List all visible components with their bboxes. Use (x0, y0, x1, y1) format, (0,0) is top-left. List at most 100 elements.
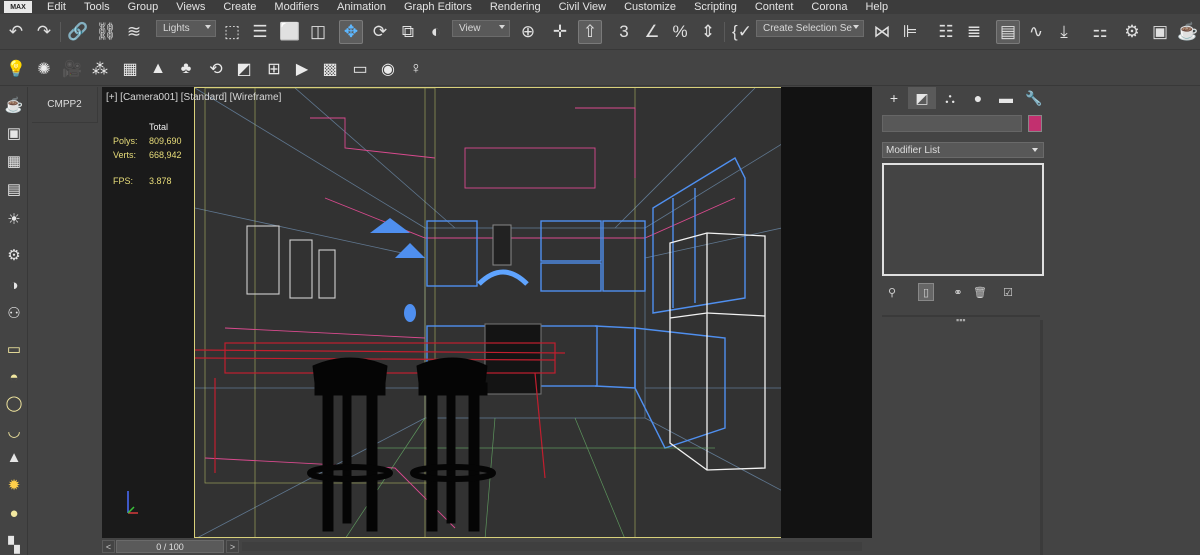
menu-rendering[interactable]: Rendering (481, 0, 550, 14)
menu-scripting[interactable]: Scripting (685, 0, 746, 14)
create-icon[interactable]: + (880, 87, 908, 109)
motion-icon[interactable]: ● (964, 87, 992, 109)
percent-snap-button[interactable]: % (668, 20, 692, 44)
previous-frame-button[interactable]: < (102, 540, 115, 553)
named-selection-dropdown[interactable]: Create Selection Se (756, 20, 864, 37)
pin-stack-icon[interactable]: ⚲ (884, 283, 900, 301)
render-production-icon[interactable]: ☕ (1176, 20, 1200, 44)
menu-animation[interactable]: Animation (328, 0, 395, 14)
app-logo[interactable]: MAX (4, 1, 32, 13)
menu-help[interactable]: Help (856, 0, 897, 14)
render-region-icon[interactable]: ▭ (348, 57, 372, 81)
remove-modifier-icon[interactable]: 🗑 (972, 283, 988, 301)
time-slider[interactable]: 0 / 100 (116, 540, 224, 553)
window-crossing-icon[interactable]: ◫ (306, 20, 330, 44)
utilities-icon[interactable]: 🔧 (1020, 87, 1048, 109)
select-manipulate-icon[interactable]: ✛ (548, 20, 572, 44)
film-camera-icon[interactable]: ⚇ (2, 301, 26, 325)
camera-icon[interactable]: 🎥 (60, 57, 84, 81)
toggle-ribbon-icon[interactable]: ▤ (996, 20, 1020, 44)
select-and-scale-icon[interactable]: ⧉ (396, 20, 420, 44)
rendered-frame-window-icon[interactable]: ▣ (1148, 20, 1172, 44)
object-color-swatch[interactable] (1028, 115, 1042, 132)
unlink-selection-icon[interactable]: ⛓ (94, 20, 118, 44)
redo-icon[interactable]: ↷ (32, 20, 56, 44)
select-and-link-icon[interactable]: 🔗 (66, 20, 90, 44)
scatter-icon[interactable]: ⁂ (88, 57, 112, 81)
teapot-icon[interactable]: ☕ (2, 93, 26, 117)
menu-customize[interactable]: Customize (615, 0, 685, 14)
sun-light-icon[interactable]: ✹ (2, 473, 26, 497)
schematic-view-icon[interactable]: ⚏ (1088, 20, 1112, 44)
rectangular-selection-icon[interactable]: ⬜ (278, 20, 302, 44)
timeline-track[interactable] (242, 542, 862, 551)
table-icon[interactable]: ▤ (2, 177, 26, 201)
light-bulb-icon[interactable]: 💡 (4, 57, 28, 81)
checker-icon[interactable]: ▚ (2, 533, 26, 555)
light-lister-icon[interactable]: ♀ (404, 57, 428, 81)
menu-graph-editors[interactable]: Graph Editors (395, 0, 481, 14)
image-viewer-icon[interactable]: ▶ (290, 57, 314, 81)
curve-editor-icon[interactable]: ∿ (1024, 20, 1048, 44)
sphere-icon[interactable]: ● (2, 501, 26, 525)
texture-icon[interactable]: ▩ (318, 57, 342, 81)
select-and-rotate-icon[interactable]: ⟳ (368, 20, 392, 44)
ring-icon[interactable]: ◯ (2, 391, 26, 415)
modify-icon[interactable]: ◩ (908, 87, 936, 109)
menu-modifiers[interactable]: Modifiers (265, 0, 328, 14)
configure-modifier-sets-icon[interactable]: ☑ (1000, 283, 1016, 301)
calculator-icon[interactable]: ▦ (2, 149, 26, 173)
edit-named-selection-icon[interactable]: {✓ (730, 20, 754, 44)
command-panel-scrollbar[interactable] (1040, 320, 1043, 555)
make-unique-icon[interactable]: ⚭ (950, 283, 966, 301)
menu-edit[interactable]: Edit (38, 0, 75, 14)
snaps-toggle-button[interactable]: 3 (612, 20, 636, 44)
sun-icon[interactable]: ✺ (32, 57, 56, 81)
menu-content[interactable]: Content (746, 0, 803, 14)
menu-tools[interactable]: Tools (75, 0, 119, 14)
use-pivot-center-icon[interactable]: ⊕ (516, 20, 540, 44)
render-setup-icon[interactable]: ⚙ (1120, 20, 1144, 44)
align-icon[interactable]: ⊫ (898, 20, 922, 44)
side-tab[interactable]: CMPP2 (32, 87, 98, 123)
scene-explorer-icon[interactable]: ☷ (934, 20, 958, 44)
fur-icon[interactable]: ♣ (174, 57, 198, 81)
mirror-icon[interactable]: ⋈ (870, 20, 894, 44)
menu-corona[interactable]: Corona (802, 0, 856, 14)
plane-icon[interactable]: ▭ (2, 337, 26, 361)
camera-rig-icon[interactable]: ⚙ (2, 243, 26, 267)
hierarchy-icon[interactable]: ⛬ (936, 87, 964, 109)
frame-buffer-icon[interactable]: ▦ (118, 57, 142, 81)
viewport[interactable]: [+] [Camera001] [Standard] [Wireframe] T… (102, 87, 872, 538)
reference-coordinate-dropdown[interactable]: View (452, 20, 510, 37)
bind-to-space-warp-icon[interactable]: ≋ (122, 20, 146, 44)
converter-icon[interactable]: ⊞ (262, 57, 286, 81)
select-object-icon[interactable]: ⬚ (220, 20, 244, 44)
keyboard-shortcut-override-icon[interactable]: ⇧ (578, 20, 602, 44)
bowl-icon[interactable]: ◡ (2, 419, 26, 443)
select-by-name-icon[interactable]: ☰ (248, 20, 272, 44)
spinner-snap-icon[interactable]: ⇕ (696, 20, 720, 44)
proxy-icon[interactable]: ▲ (146, 57, 170, 81)
undo-icon[interactable]: ↶ (4, 20, 28, 44)
light-icon[interactable]: ☀ (2, 207, 26, 231)
sphere-half-icon[interactable]: ◑ (2, 273, 26, 297)
display-icon[interactable]: ▬ (992, 87, 1020, 109)
select-and-move-icon[interactable]: ✥ (339, 20, 363, 44)
cone-icon[interactable]: ▲ (2, 445, 26, 469)
wireframe-scene[interactable] (194, 87, 872, 538)
interactive-render-icon[interactable]: ⟲ (204, 57, 228, 81)
show-end-result-icon[interactable]: ▯ (918, 283, 934, 301)
material-editor-icon[interactable]: ◩ (232, 57, 256, 81)
angle-snap-icon[interactable]: ∠ (640, 20, 664, 44)
menu-views[interactable]: Views (167, 0, 214, 14)
selection-filter-dropdown[interactable]: Lights (156, 20, 216, 37)
dome-icon[interactable]: ◓ (2, 365, 26, 389)
next-frame-button[interactable]: > (226, 540, 239, 553)
modifier-list-dropdown[interactable]: Modifier List (882, 142, 1044, 158)
modifier-stack[interactable] (882, 163, 1044, 276)
viewport-label[interactable]: [+] [Camera001] [Standard] [Wireframe] (106, 92, 281, 103)
render-frame-icon[interactable]: ▣ (2, 121, 26, 145)
menu-create[interactable]: Create (214, 0, 265, 14)
menu-civil-view[interactable]: Civil View (550, 0, 615, 14)
